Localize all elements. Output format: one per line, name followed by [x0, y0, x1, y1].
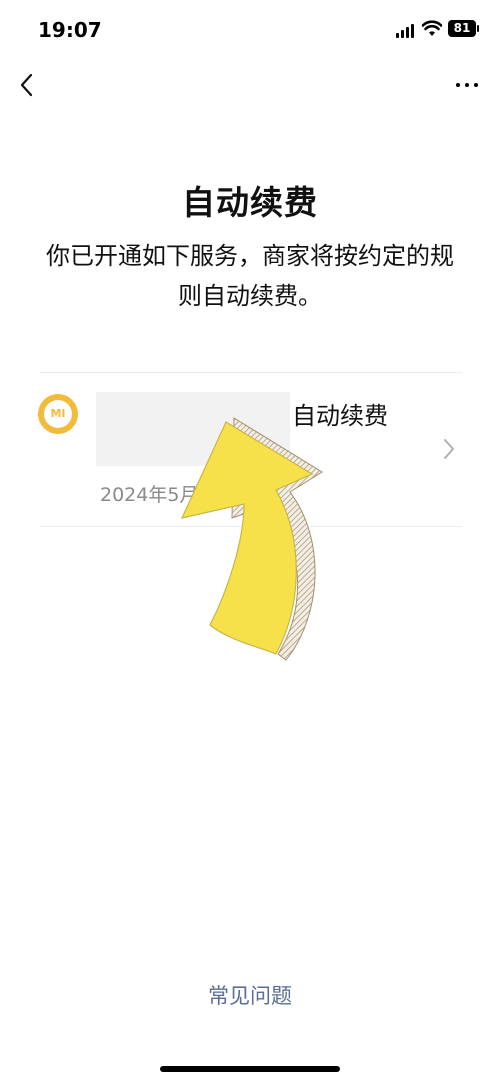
page-description: 你已开通如下服务，商家将按约定的规则自动续费。	[46, 242, 454, 310]
status-time: 19:07	[38, 18, 102, 42]
arrow-pointer-icon	[180, 417, 323, 661]
page-title: 自动续费	[182, 183, 318, 222]
divider-top	[40, 372, 462, 373]
battery-nub	[477, 25, 479, 32]
chevron-right-icon	[444, 439, 454, 459]
battery-indicator: 81	[448, 20, 476, 37]
chevron-left-icon[interactable]	[14, 70, 40, 100]
status-bar: 19:07 81	[0, 0, 500, 60]
more-horizontal-icon[interactable]	[452, 80, 482, 90]
mi-logo-text: MI	[44, 400, 72, 428]
home-indicator[interactable]	[160, 1066, 340, 1072]
cellular-signal-icon	[396, 24, 418, 38]
faq-link[interactable]: 常见问题	[0, 980, 500, 1010]
wifi-icon	[422, 20, 442, 36]
mi-logo-icon: MI	[38, 394, 78, 434]
